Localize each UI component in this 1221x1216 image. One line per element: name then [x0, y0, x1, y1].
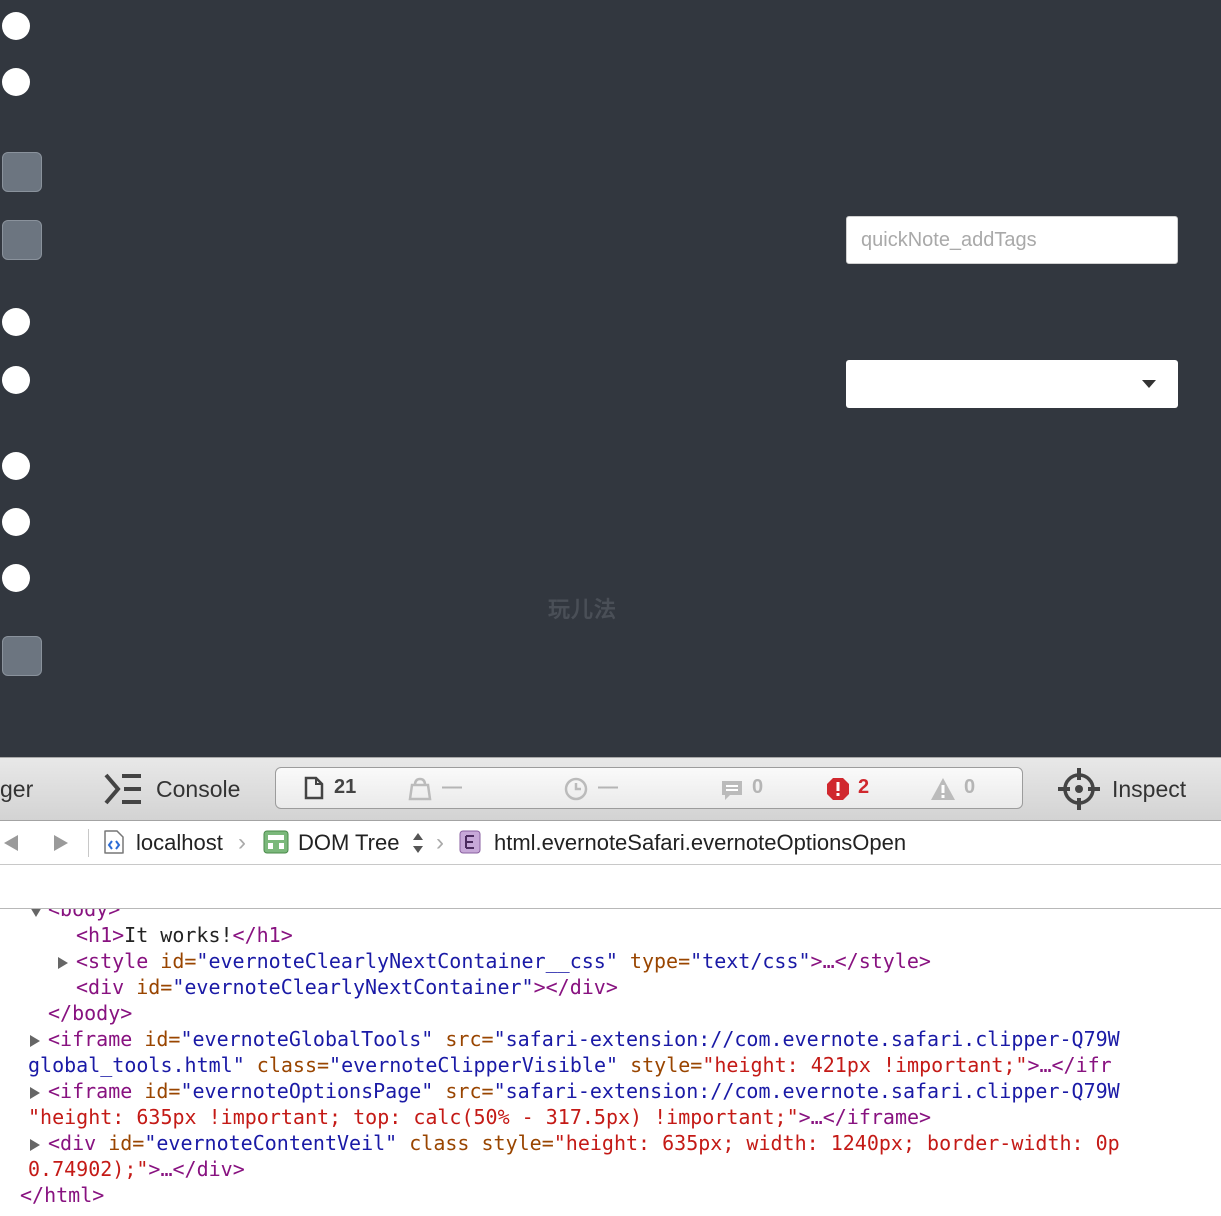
html-file-icon	[104, 830, 124, 854]
disclosure-triangle-icon[interactable]	[30, 1035, 40, 1047]
webpage-area: 玩儿法	[0, 0, 1221, 757]
error-count: 2	[858, 776, 870, 798]
warning-icon	[931, 778, 955, 800]
chevron-down-icon	[1142, 380, 1156, 388]
dom-node[interactable]: </html>	[20, 1182, 104, 1208]
forward-arrow-icon[interactable]	[54, 835, 68, 851]
checkbox[interactable]	[2, 636, 42, 676]
notebook-select[interactable]	[846, 360, 1178, 408]
dom-node[interactable]: <div id="evernoteClearlyNextContainer"><…	[76, 974, 618, 1000]
disclosure-triangle-icon[interactable]	[58, 957, 68, 969]
filter-strip	[0, 865, 1221, 909]
activity-status-bar: 21 — — 0 2 0	[275, 767, 1023, 809]
log-count: 0	[752, 776, 764, 798]
breadcrumb: localhost › DOM Tree › html.evernoteSafa…	[0, 821, 1221, 865]
disclosure-triangle-icon[interactable]	[30, 909, 42, 917]
radio-button[interactable]	[2, 452, 30, 480]
tab-console[interactable]: Console	[156, 776, 240, 803]
document-icon	[304, 776, 324, 800]
breadcrumb-dom-tree[interactable]: DOM Tree	[298, 830, 399, 856]
crosshair-icon	[1058, 768, 1100, 810]
dom-node-continuation: global_tools.html" class="evernoteClippe…	[28, 1053, 1112, 1077]
weight-icon	[408, 777, 432, 801]
inspect-button[interactable]: Inspect	[1112, 776, 1186, 803]
quicknote-tags-input[interactable]	[846, 216, 1178, 264]
dom-node[interactable]: <div id="evernoteContentVeil" class styl…	[48, 1130, 1120, 1156]
devtools-toolbar: ger Console 21 — — 0 2 0 Inspect	[0, 757, 1221, 821]
dom-tree: <body> <h1>It works!</h1> <style id="eve…	[0, 909, 1221, 1216]
dom-node-continuation: 0.74902);">…</div>	[28, 1157, 245, 1181]
back-arrow-icon[interactable]	[4, 835, 18, 851]
divider	[88, 829, 89, 857]
dom-tree-icon	[263, 830, 289, 854]
disclosure-triangle-icon[interactable]	[30, 1087, 40, 1099]
console-icon	[104, 773, 141, 805]
warning-count: 0	[964, 776, 976, 798]
chevron-right-icon: ›	[238, 829, 246, 856]
dom-node[interactable]: <body>	[48, 909, 120, 922]
resources-count: 21	[334, 776, 357, 798]
radio-button[interactable]	[2, 12, 30, 40]
network-size: —	[442, 776, 462, 798]
dom-node[interactable]: <style id="evernoteClearlyNextContainer_…	[76, 948, 931, 974]
chevron-right-icon: ›	[436, 829, 444, 856]
breadcrumb-host[interactable]: localhost	[136, 830, 223, 856]
clock-icon	[564, 777, 588, 801]
element-icon	[459, 830, 481, 854]
breadcrumb-element[interactable]: html.evernoteSafari.evernoteOptionsOpen	[494, 830, 906, 856]
dom-node-continuation: "height: 635px !important; top: calc(50%…	[28, 1105, 932, 1129]
checkbox[interactable]	[2, 152, 42, 192]
radio-button[interactable]	[2, 68, 30, 96]
dom-node[interactable]: <h1>It works!</h1>	[76, 922, 293, 948]
watermark: 玩儿法	[548, 597, 618, 622]
radio-button[interactable]	[2, 508, 30, 536]
message-icon	[722, 781, 742, 800]
radio-button[interactable]	[2, 366, 30, 394]
radio-button[interactable]	[2, 564, 30, 592]
radio-button[interactable]	[2, 308, 30, 336]
dom-node[interactable]: <iframe id="evernoteGlobalTools" src="sa…	[48, 1026, 1120, 1052]
dom-node[interactable]: <iframe id="evernoteOptionsPage" src="sa…	[48, 1078, 1120, 1104]
load-time: —	[598, 776, 618, 798]
error-icon	[827, 778, 849, 800]
dom-node[interactable]: </body>	[48, 1000, 132, 1026]
checkbox[interactable]	[2, 220, 42, 260]
disclosure-triangle-icon[interactable]	[30, 1139, 40, 1151]
stepper-icon[interactable]	[412, 832, 424, 854]
tab-debugger[interactable]: ger	[0, 776, 33, 803]
